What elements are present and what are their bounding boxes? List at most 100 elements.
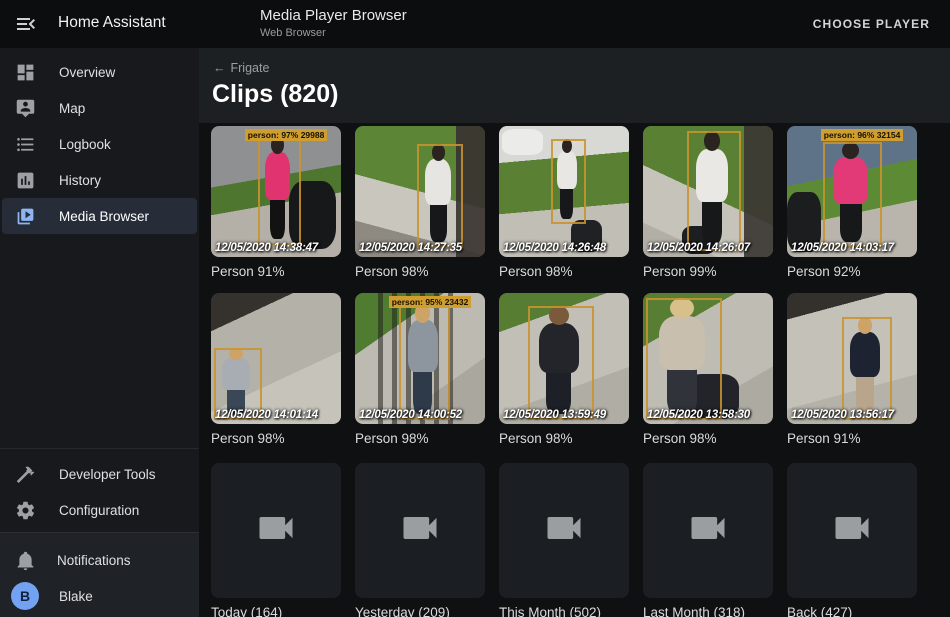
sidebar-item-profile[interactable]: B Blake — [2, 578, 197, 614]
folder-thumbnail — [355, 463, 485, 598]
clip-card[interactable]: person: 97% 29988 12/05/2020 14:38:47 Pers… — [211, 126, 341, 279]
clip-card[interactable]: 12/05/2020 13:59:49 Person 98% — [499, 293, 629, 446]
clip-label: Person 91% — [211, 264, 341, 279]
notifications-label: Notifications — [57, 553, 131, 568]
clip-timestamp: 12/05/2020 14:27:35 — [359, 242, 462, 254]
clip-timestamp: 12/05/2020 14:26:48 — [503, 242, 606, 254]
sidebar-item-label: History — [59, 173, 101, 188]
detection-bounding-box — [687, 131, 740, 250]
breadcrumb-label: Frigate — [231, 61, 270, 75]
sidebar-item-label: Logbook — [59, 137, 111, 152]
clip-label: Person 98% — [355, 264, 485, 279]
sidebar-item-media-browser[interactable]: Media Browser — [2, 198, 197, 234]
clip-timestamp: 12/05/2020 14:26:07 — [647, 242, 750, 254]
scene-object — [502, 129, 544, 155]
player-header: Media Player Browser Web Browser — [260, 7, 407, 39]
profile-name: Blake — [59, 589, 93, 604]
clip-label: Person 98% — [643, 431, 773, 446]
hammer-icon — [13, 462, 37, 486]
clip-thumbnail: person: 95% 23432 12/05/2020 14:00:52 — [355, 293, 485, 424]
folder-card-today[interactable]: Today (164) — [211, 463, 341, 617]
clip-card[interactable]: 12/05/2020 14:26:48Person 98% — [499, 126, 629, 279]
detection-bounding-box — [823, 142, 882, 248]
video-camera-icon — [254, 506, 298, 555]
folder-card-this-month[interactable]: This Month (502) — [499, 463, 629, 617]
gear-icon — [13, 498, 37, 522]
clip-card[interactable]: person: 96% 3215412/05/2020 14:03:17Pers… — [787, 126, 917, 279]
folder-label: Today (164) — [211, 605, 341, 617]
sidebar-footer: Notifications B Blake — [0, 532, 199, 617]
detection-bounding-box — [399, 303, 450, 420]
detection-bounding-box — [551, 139, 586, 224]
clip-thumbnail: 12/05/2020 13:56:17 — [787, 293, 917, 424]
detection-bounding-box — [258, 136, 301, 245]
detection-bounding-box — [528, 306, 594, 420]
bell-icon — [13, 548, 37, 572]
clip-thumbnail: 12/05/2020 14:26:48 — [499, 126, 629, 257]
folder-thumbnail — [211, 463, 341, 598]
back-arrow-icon: ← — [213, 61, 226, 75]
video-camera-icon — [542, 506, 586, 555]
folder-label: This Month (502) — [499, 605, 629, 617]
clip-timestamp: 12/05/2020 14:38:47 — [215, 242, 318, 254]
sidebar-item-overview[interactable]: Overview — [2, 54, 197, 90]
clip-card[interactable]: 12/05/2020 14:01:14 Person 98% — [211, 293, 341, 446]
detection-bounding-box — [417, 144, 463, 248]
clip-thumbnail: 12/05/2020 13:58:30 — [643, 293, 773, 424]
page-title: Clips (820) — [212, 80, 338, 109]
menu-open-icon[interactable] — [14, 12, 38, 36]
avatar: B — [11, 582, 39, 610]
folder-card-yesterday[interactable]: Yesterday (209) — [355, 463, 485, 617]
clip-thumbnail: 12/05/2020 14:26:07 — [643, 126, 773, 257]
sidebar-item-label: Map — [59, 101, 85, 116]
detection-label-chip: person: 97% 29988 — [245, 129, 328, 141]
sidebar-item-label: Media Browser — [59, 209, 149, 224]
sidebar-item-label: Developer Tools — [59, 467, 156, 482]
breadcrumb-back[interactable]: ← Frigate — [213, 61, 269, 75]
clip-thumbnail: 12/05/2020 14:27:35 — [355, 126, 485, 257]
sidebar-item-map[interactable]: Map — [2, 90, 197, 126]
clip-thumbnail: 12/05/2020 13:59:49 — [499, 293, 629, 424]
clip-card[interactable]: 12/05/2020 13:58:30 Person 98% — [643, 293, 773, 446]
folder-label: Last Month (318) — [643, 605, 773, 617]
clip-card[interactable]: 12/05/2020 14:27:35 Person 98% — [355, 126, 485, 279]
clip-label: Person 99% — [643, 264, 773, 279]
video-camera-icon — [830, 506, 874, 555]
clip-timestamp: 12/05/2020 13:58:30 — [647, 409, 750, 421]
account-tooltip-icon — [13, 96, 37, 120]
sidebar-item-notifications[interactable]: Notifications — [2, 542, 197, 578]
sidebar-item-history[interactable]: History — [2, 162, 197, 198]
video-camera-icon — [398, 506, 442, 555]
clip-timestamp: 12/05/2020 14:01:14 — [215, 409, 318, 421]
top-app-bar: Home Assistant Media Player Browser Web … — [0, 0, 950, 48]
play-box-multiple-icon — [13, 204, 37, 228]
clip-label: Person 98% — [355, 431, 485, 446]
sidebar-item-configuration[interactable]: Configuration — [2, 492, 197, 528]
clip-card[interactable]: person: 95% 23432 12/05/2020 14:00:52 Pers… — [355, 293, 485, 446]
media-browser-content: person: 97% 29988 12/05/2020 14:38:47 Pers… — [199, 123, 950, 617]
folder-thumbnail — [643, 463, 773, 598]
bulleted-list-icon — [13, 132, 37, 156]
folders-grid: Today (164) Yesterday (209) This Month (50… — [211, 463, 950, 617]
sidebar-item-developer-tools[interactable]: Developer Tools — [2, 456, 197, 492]
folder-thumbnail — [787, 463, 917, 598]
detection-label-chip: person: 95% 23432 — [389, 296, 472, 308]
folder-card-last-month[interactable]: Last Month (318) — [643, 463, 773, 617]
folder-thumbnail — [499, 463, 629, 598]
clip-card[interactable]: 12/05/2020 13:56:17 Person 91% — [787, 293, 917, 446]
clip-timestamp: 12/05/2020 14:00:52 — [359, 409, 462, 421]
app-title: Home Assistant — [58, 14, 166, 32]
clip-card[interactable]: 12/05/2020 14:26:07 Person 99% — [643, 126, 773, 279]
sidebar-item-label: Configuration — [59, 503, 139, 518]
sidebar-item-logbook[interactable]: Logbook — [2, 126, 197, 162]
clips-grid: person: 97% 29988 12/05/2020 14:38:47 Pers… — [211, 126, 950, 460]
folder-card-back[interactable]: Back (427) — [787, 463, 917, 617]
clip-timestamp: 12/05/2020 13:59:49 — [503, 409, 606, 421]
player-subtitle: Web Browser — [260, 27, 407, 39]
clip-label: Person 91% — [787, 431, 917, 446]
sidebar-item-label: Overview — [59, 65, 115, 80]
clip-label: Person 98% — [211, 431, 341, 446]
choose-player-button[interactable]: CHOOSE PLAYER — [807, 0, 936, 48]
clip-label: Person 98% — [499, 431, 629, 446]
porch-edge — [744, 126, 773, 257]
